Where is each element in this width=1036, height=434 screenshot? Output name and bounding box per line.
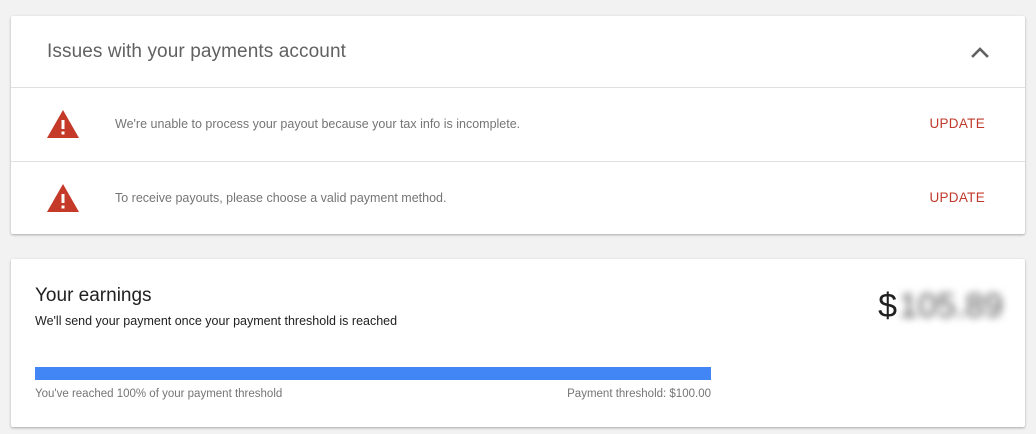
earnings-title: Your earnings (35, 285, 152, 306)
earnings-amount: $ 105.89 (878, 287, 1003, 326)
update-tax-info-button[interactable]: UPDATE (929, 116, 985, 131)
amount-value: 105.89 (899, 287, 1003, 325)
threshold-progress-bar (35, 367, 711, 380)
earnings-subtitle: We'll send your payment once your paymen… (35, 314, 398, 328)
issues-title: Issues with your payments account (47, 41, 346, 62)
update-payment-method-button[interactable]: UPDATE (929, 190, 985, 205)
issue-message: We're unable to process your payout beca… (115, 117, 521, 131)
issue-row: To receive payouts, please choose a vali… (11, 161, 1025, 234)
earnings-card: Your earnings We'll send your payment on… (11, 259, 1025, 427)
issue-row: We're unable to process your payout beca… (11, 88, 1025, 161)
issues-header[interactable]: Issues with your payments account (11, 16, 1025, 88)
currency-symbol: $ (878, 287, 897, 325)
chevron-up-icon (971, 47, 989, 58)
issue-message: To receive payouts, please choose a vali… (115, 191, 447, 205)
threshold-caption: Payment threshold: $100.00 (567, 388, 711, 400)
warning-icon (47, 110, 79, 138)
payments-issues-card: Issues with your payments account We're … (11, 16, 1025, 234)
warning-icon (47, 184, 79, 212)
progress-fill (35, 367, 711, 380)
collapse-button[interactable] (965, 38, 995, 66)
